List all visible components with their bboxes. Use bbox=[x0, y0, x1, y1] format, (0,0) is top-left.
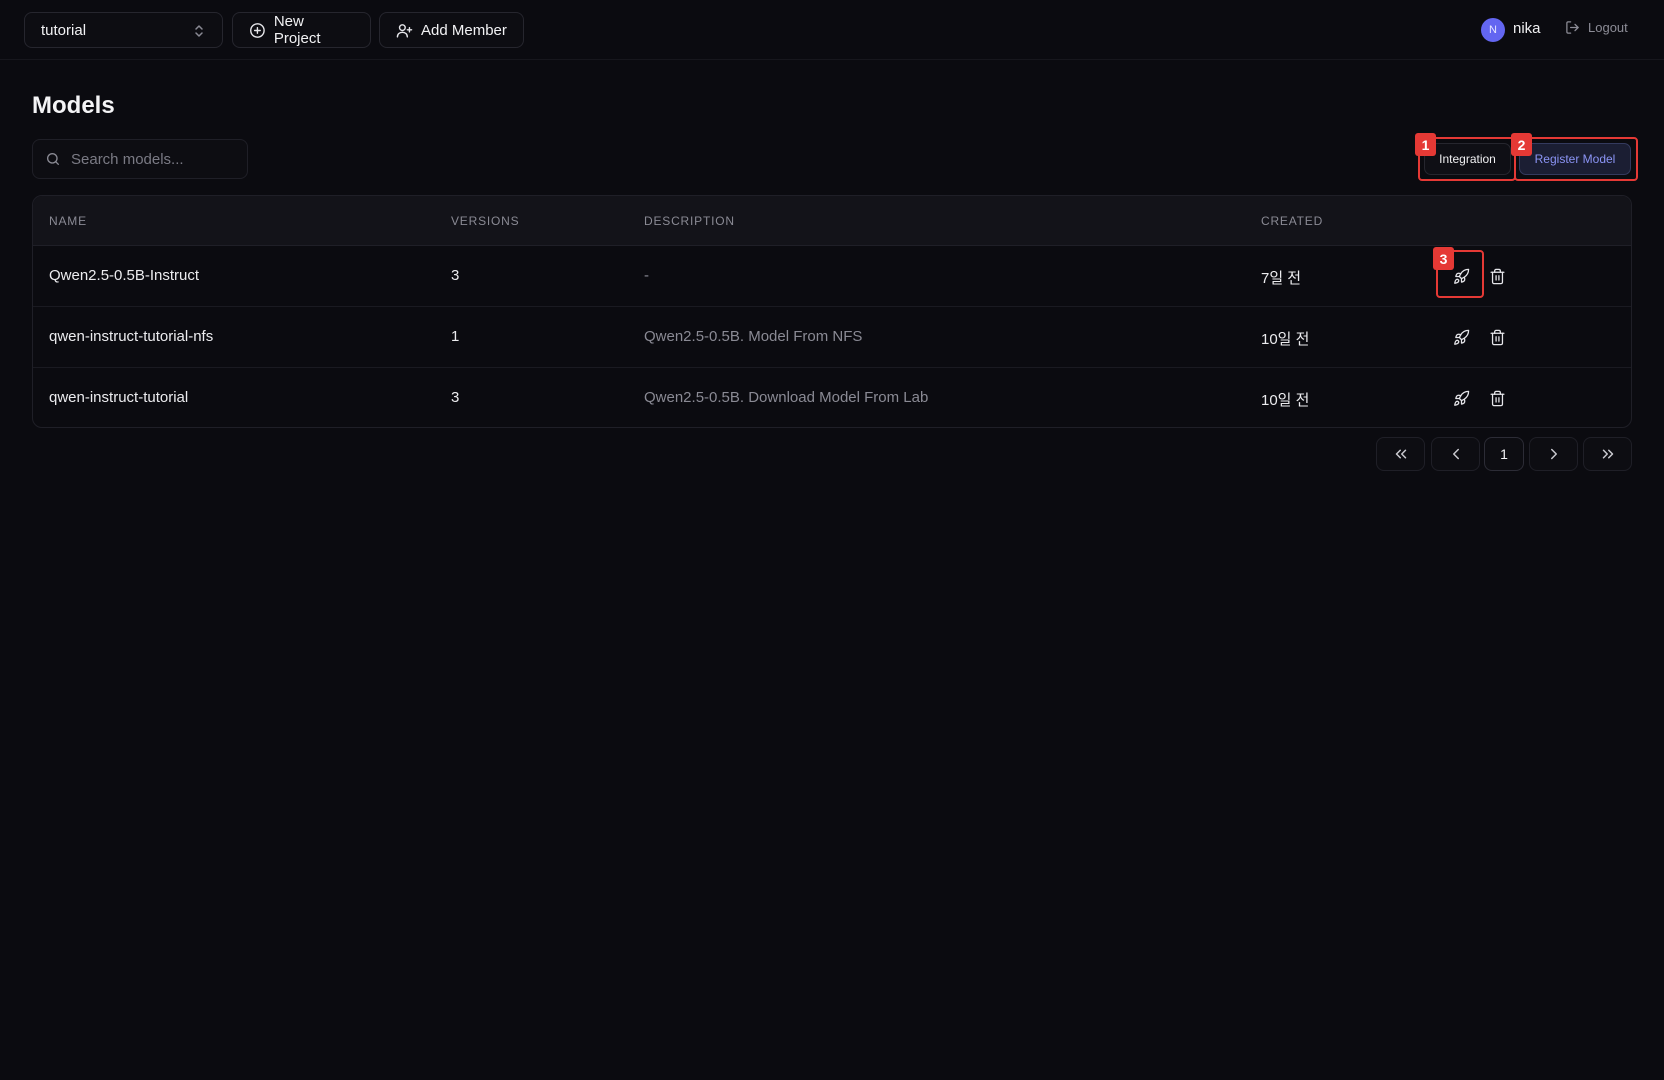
logout-label: Logout bbox=[1588, 20, 1628, 35]
table-row[interactable]: qwen-instruct-tutorial 3 Qwen2.5-0.5B. D… bbox=[33, 368, 1631, 427]
add-member-button[interactable]: Add Member bbox=[379, 12, 524, 48]
model-created: 7일 전 bbox=[1261, 270, 1302, 287]
model-description: Qwen2.5-0.5B. Model From NFS bbox=[644, 328, 863, 345]
table-row[interactable]: qwen-instruct-tutorial-nfs 1 Qwen2.5-0.5… bbox=[33, 307, 1631, 368]
annotation-box-2 bbox=[1514, 137, 1638, 181]
model-description: - bbox=[644, 267, 649, 284]
new-project-label: New Project bbox=[273, 13, 321, 47]
project-selector-value: tutorial bbox=[41, 21, 87, 39]
trash-icon bbox=[1489, 268, 1505, 284]
project-selector[interactable]: tutorial bbox=[24, 12, 223, 48]
search-input[interactable] bbox=[71, 150, 231, 168]
column-header-name: NAME bbox=[49, 214, 87, 228]
new-project-button[interactable]: New Project bbox=[232, 12, 371, 48]
model-name[interactable]: Qwen2.5-0.5B-Instruct bbox=[49, 267, 199, 284]
trash-icon bbox=[1489, 329, 1505, 345]
table-header: NAME VERSIONS DESCRIPTION CREATED bbox=[33, 196, 1631, 246]
add-member-label: Add Member bbox=[421, 21, 507, 39]
annotation-label-2: 2 bbox=[1511, 133, 1532, 156]
model-created: 10일 전 bbox=[1261, 331, 1310, 348]
chevrons-left-icon bbox=[1395, 449, 1406, 459]
page-number-button[interactable]: 1 bbox=[1484, 437, 1524, 471]
model-versions: 3 bbox=[451, 389, 460, 406]
delete-button[interactable] bbox=[1486, 326, 1508, 348]
table-row[interactable]: Qwen2.5-0.5B-Instruct 3 - 7일 전 bbox=[33, 246, 1631, 307]
column-header-description: DESCRIPTION bbox=[644, 214, 735, 228]
username: nika bbox=[1513, 20, 1541, 37]
logout-button[interactable]: Logout bbox=[1565, 20, 1628, 35]
annotation-label-1: 1 bbox=[1415, 133, 1436, 156]
next-page-button[interactable] bbox=[1529, 437, 1578, 471]
chevrons-right-icon bbox=[1602, 449, 1613, 459]
model-name[interactable]: qwen-instruct-tutorial-nfs bbox=[49, 328, 213, 345]
rocket-icon bbox=[1453, 268, 1469, 284]
search-box[interactable] bbox=[32, 139, 248, 179]
first-page-button[interactable] bbox=[1376, 437, 1425, 471]
deploy-button[interactable] bbox=[1450, 265, 1472, 287]
previous-page-button[interactable] bbox=[1431, 437, 1480, 471]
logout-icon bbox=[1566, 21, 1579, 34]
model-description: Qwen2.5-0.5B. Download Model From Lab bbox=[644, 389, 929, 406]
column-header-created: CREATED bbox=[1261, 214, 1324, 228]
column-header-versions: VERSIONS bbox=[451, 214, 520, 228]
deploy-button[interactable] bbox=[1450, 326, 1472, 348]
delete-button[interactable] bbox=[1486, 265, 1508, 287]
model-name[interactable]: qwen-instruct-tutorial bbox=[49, 389, 188, 406]
last-page-button[interactable] bbox=[1583, 437, 1632, 471]
model-created: 10일 전 bbox=[1261, 392, 1310, 409]
page-title: Models bbox=[32, 92, 115, 119]
deploy-button[interactable] bbox=[1450, 387, 1472, 409]
user-plus-icon bbox=[396, 23, 413, 38]
chevron-left-icon bbox=[1452, 448, 1459, 460]
models-table: NAME VERSIONS DESCRIPTION CREATED Qwen2.… bbox=[32, 195, 1632, 428]
search-icon bbox=[47, 153, 59, 165]
delete-button[interactable] bbox=[1486, 387, 1508, 409]
chevron-up-down-icon bbox=[195, 25, 203, 37]
avatar[interactable]: N bbox=[1481, 18, 1505, 42]
model-versions: 3 bbox=[451, 267, 460, 284]
chevron-right-icon bbox=[1550, 448, 1557, 460]
top-bar: tutorial New Project Add Member N nika L… bbox=[0, 0, 1664, 60]
model-versions: 1 bbox=[451, 328, 460, 345]
plus-circle-icon bbox=[250, 22, 265, 38]
trash-icon bbox=[1489, 390, 1505, 406]
rocket-icon bbox=[1453, 329, 1469, 345]
rocket-icon bbox=[1453, 390, 1469, 406]
